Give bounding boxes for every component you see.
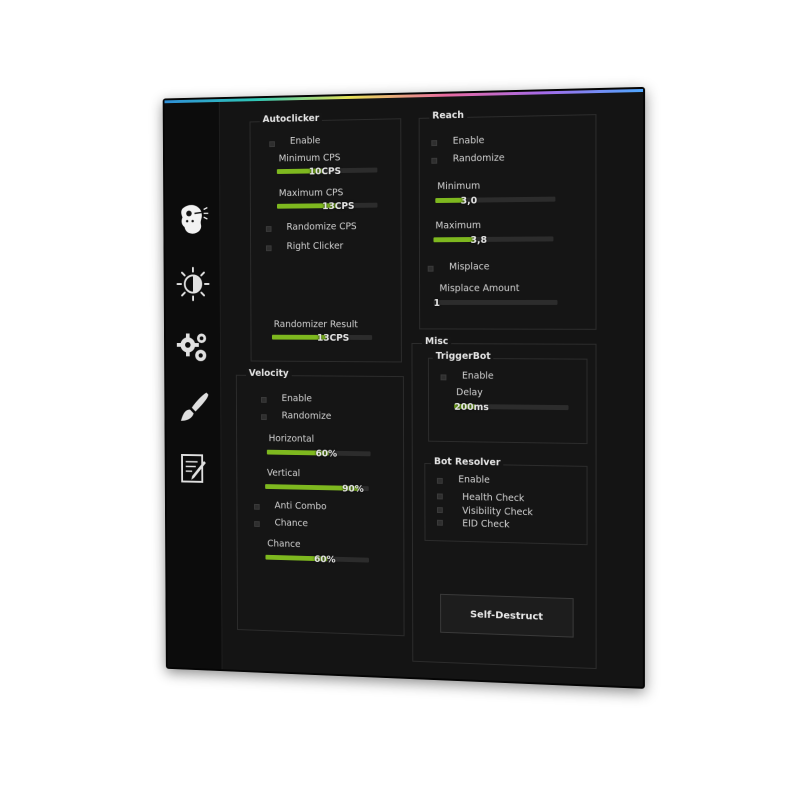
sidebar (164, 101, 223, 670)
cheat-client-window: Autoclicker Enable Minimum CPS 10CPS Max… (162, 86, 646, 689)
bot-resolver-enable-checkbox[interactable] (436, 477, 443, 484)
autoclicker-enable-label: Enable (289, 135, 321, 147)
bot-resolver-title: Bot Resolver (431, 456, 504, 469)
horizontal-slider[interactable]: 60% (266, 448, 371, 460)
horizontal-label: Horizontal (268, 433, 315, 445)
reach-minimum-slider[interactable]: 3,0 (435, 196, 556, 207)
horizontal-value: 60% (315, 448, 338, 460)
bot-resolver-panel: Bot Resolver Enable Health Check Visibil… (424, 456, 588, 546)
reach-panel: Reach Enable Randomize Minimum 3,0 Maxim… (418, 109, 597, 330)
eid-check-label: EID Check (462, 518, 510, 531)
triggerbot-enable-checkbox[interactable] (440, 374, 447, 381)
velocity-randomize-checkbox[interactable] (261, 414, 267, 421)
velocity-title: Velocity (246, 368, 292, 380)
triggerbot-panel: TriggerBot Enable Delay 200ms (427, 350, 588, 445)
visibility-check-checkbox[interactable] (436, 507, 443, 514)
reach-enable-checkbox[interactable] (431, 140, 438, 147)
eid-check-checkbox[interactable] (437, 519, 443, 526)
reach-maximum-value: 3,8 (470, 234, 488, 246)
face-icon[interactable] (172, 198, 213, 240)
misplace-amount-slider[interactable]: 1 (434, 298, 558, 309)
min-cps-value: 10CPS (308, 166, 342, 178)
velocity-randomize-label: Randomize (281, 410, 332, 422)
delay-value: 200ms (454, 401, 489, 414)
visibility-check-label: Visibility Check (462, 505, 533, 519)
reach-enable-label: Enable (452, 135, 485, 147)
autoclicker-title: Autoclicker (259, 113, 323, 126)
self-destruct-button[interactable]: Self-Destruct (440, 593, 574, 638)
vertical-label: Vertical (266, 467, 301, 480)
velocity-enable-checkbox[interactable] (261, 396, 267, 403)
misplace-amount-value: 1 (433, 298, 441, 309)
randomizer-result-label: Randomizer Result (273, 319, 358, 331)
chance-value: 60% (314, 554, 336, 566)
right-clicker-label: Right Clicker (286, 240, 344, 252)
misplace-checkbox[interactable] (427, 265, 434, 272)
chance-checkbox[interactable] (254, 521, 260, 527)
brightness-icon[interactable] (173, 263, 214, 305)
misplace-amount-label: Misplace Amount (439, 283, 520, 295)
misc-title: Misc (422, 336, 452, 348)
min-cps-label: Minimum CPS (278, 152, 341, 165)
reach-title: Reach (429, 109, 467, 122)
scene: Autoclicker Enable Minimum CPS 10CPS Max… (0, 0, 800, 800)
rainbow-accent-bar (164, 88, 644, 104)
right-clicker-checkbox[interactable] (265, 245, 272, 252)
reach-minimum-value: 3,0 (460, 195, 478, 207)
randomize-cps-label: Randomize CPS (286, 221, 357, 233)
randomizer-result-slider[interactable]: 13CPS (271, 333, 373, 344)
triggerbot-enable-label: Enable (461, 370, 494, 382)
gears-icon[interactable] (173, 326, 214, 368)
max-cps-slider[interactable]: 13CPS (277, 201, 378, 213)
autoclicker-enable-checkbox[interactable] (269, 141, 275, 148)
reach-maximum-label: Maximum (435, 220, 482, 232)
misplace-label: Misplace (449, 261, 490, 273)
reach-maximum-slider-fill (433, 237, 476, 243)
reach-randomize-label: Randomize (452, 152, 505, 165)
reach-randomize-checkbox[interactable] (431, 157, 438, 164)
health-check-checkbox[interactable] (436, 493, 443, 500)
chance-check-label: Chance (274, 517, 308, 530)
min-cps-slider[interactable]: 10CPS (276, 166, 378, 178)
delay-label: Delay (456, 387, 483, 399)
velocity-enable-label: Enable (281, 393, 312, 405)
brush-icon[interactable] (173, 387, 214, 429)
max-cps-value: 13CPS (322, 201, 355, 213)
reach-minimum-label: Minimum (437, 180, 481, 193)
max-cps-label: Maximum CPS (278, 187, 344, 200)
autoclicker-panel: Autoclicker Enable Minimum CPS 10CPS Max… (249, 113, 402, 363)
bot-resolver-enable-label: Enable (458, 474, 490, 486)
anti-combo-label: Anti Combo (274, 500, 327, 513)
notepad-icon[interactable] (174, 447, 215, 489)
randomize-cps-checkbox[interactable] (265, 226, 272, 232)
vertical-slider[interactable]: 90% (265, 484, 369, 495)
velocity-panel: Velocity Enable Randomize Horizontal 60%… (235, 368, 405, 637)
misc-panel: Misc TriggerBot Enable Delay 200ms Bot R… (411, 336, 597, 670)
triggerbot-title: TriggerBot (432, 350, 494, 363)
chance-label: Chance (267, 538, 301, 551)
anti-combo-checkbox[interactable] (254, 503, 260, 510)
randomizer-result-value: 13CPS (317, 332, 350, 344)
chance-slider[interactable]: 60% (265, 554, 369, 566)
vertical-value: 90% (342, 483, 364, 495)
health-check-label: Health Check (462, 492, 525, 505)
reach-maximum-slider[interactable]: 3,8 (433, 235, 554, 246)
delay-slider[interactable]: 200ms (454, 401, 569, 414)
